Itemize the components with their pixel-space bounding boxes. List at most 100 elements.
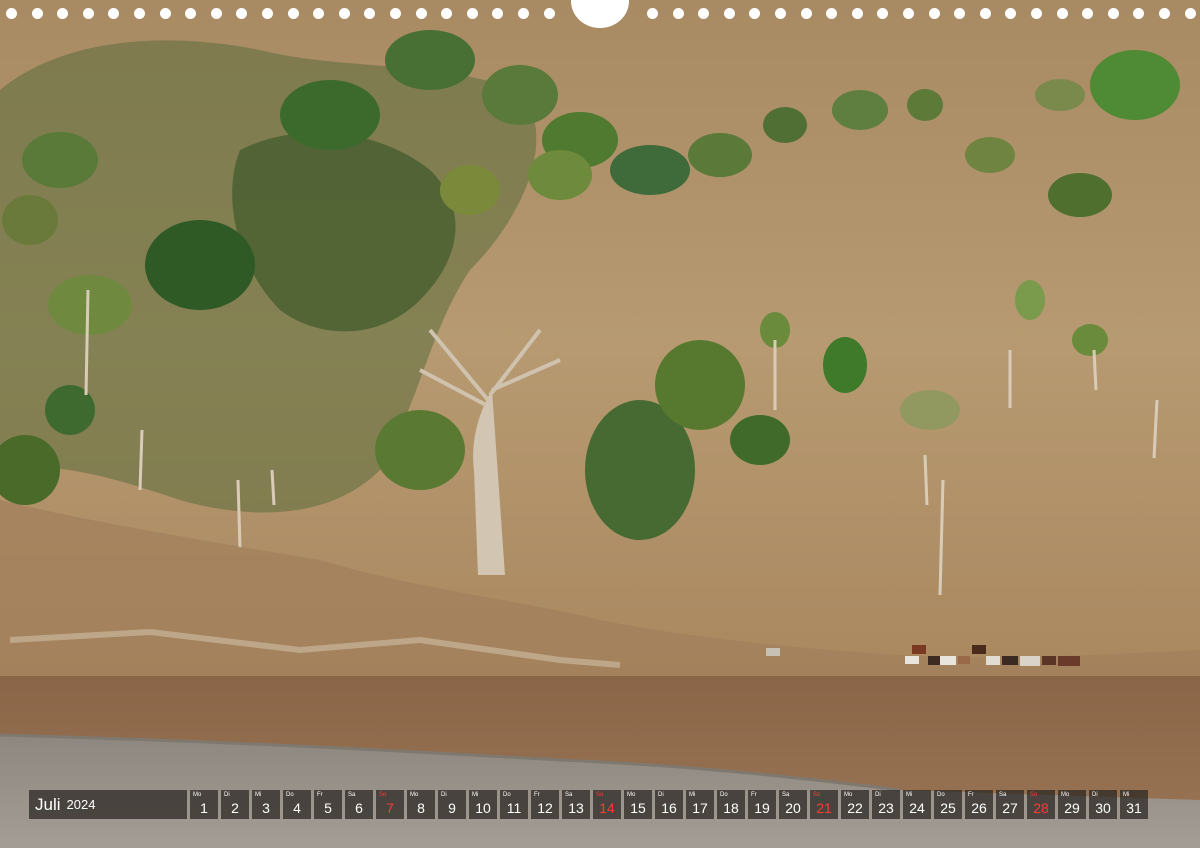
tree-canopy (528, 150, 592, 200)
day-cell: So 28 (1027, 790, 1055, 819)
day-number: 26 (971, 800, 987, 816)
weekday-label: Sa (348, 792, 356, 798)
binding-hole (903, 8, 914, 19)
day-number: 11 (506, 800, 522, 816)
day-cell: Mo 1 (190, 790, 218, 819)
tree-canopy (48, 275, 132, 335)
day-number: 3 (262, 800, 270, 816)
tree-canopy (145, 220, 255, 310)
binding-hole (954, 8, 966, 19)
day-cell: Fr 26 (965, 790, 993, 819)
day-cell: Sa 6 (345, 790, 373, 819)
day-number: 10 (475, 800, 491, 816)
binding-hole (338, 8, 350, 19)
weekday-label: Di (1092, 792, 1098, 798)
binding-hole (82, 8, 94, 19)
day-number: 29 (1064, 800, 1080, 816)
binding-hole (826, 8, 838, 19)
day-number: 5 (324, 800, 332, 816)
day-number: 13 (568, 800, 584, 816)
binding-hole (518, 8, 529, 19)
binding-hole (647, 8, 658, 19)
weekday-label: Mo (193, 792, 202, 798)
calendar-page: Juli 2024 Mo 1 Di 2 Mi 3 Do 4 Fr 5 Sa 6 So 7 Mo 8 Di 9 Mi 1… (0, 0, 1200, 848)
weekday-label: Mo (1061, 792, 1070, 798)
day-number: 15 (630, 800, 646, 816)
weekday-label: Mi (906, 792, 913, 798)
day-number: 18 (723, 800, 739, 816)
binding-hole (698, 8, 710, 19)
weekday-label: Mi (255, 792, 262, 798)
tree-canopy (22, 132, 98, 188)
day-number: 6 (355, 800, 363, 816)
tree-canopy (375, 410, 465, 490)
binding-hole (543, 8, 555, 19)
tree-canopy (965, 137, 1015, 173)
day-cell: Do 11 (500, 790, 528, 819)
day-number: 19 (754, 800, 770, 816)
weekday-label: Mi (689, 792, 696, 798)
binding-hole (441, 8, 453, 19)
day-cell: Mi 3 (252, 790, 280, 819)
binding-hole (979, 8, 991, 19)
tree-canopy (2, 195, 58, 245)
day-cell: So 14 (593, 790, 621, 819)
weekday-label: So (813, 792, 821, 798)
day-cell: Mi 24 (903, 790, 931, 819)
binding-hole (723, 8, 735, 19)
day-cell: So 21 (810, 790, 838, 819)
tree-canopy (482, 65, 558, 125)
tree-canopy (907, 89, 943, 121)
binding-hole (159, 8, 171, 19)
month-label: Juli 2024 (29, 790, 187, 819)
tree-canopy (655, 340, 745, 430)
day-number: 24 (909, 800, 925, 816)
tree-canopy (610, 145, 690, 195)
day-cell: Fr 19 (748, 790, 776, 819)
binding-hole (928, 8, 940, 19)
binding-hole (313, 8, 325, 19)
day-number: 1 (200, 800, 208, 816)
binding-hole (134, 8, 145, 19)
tree-canopy (823, 337, 867, 393)
day-number: 7 (386, 800, 394, 816)
day-cell: Sa 20 (779, 790, 807, 819)
binding-hole (1159, 8, 1170, 19)
binding-hole (415, 8, 427, 19)
weekday-label: Mo (627, 792, 636, 798)
binding-hole (672, 8, 684, 19)
month-name: Juli (35, 794, 61, 814)
day-cell: So 7 (376, 790, 404, 819)
tree-canopy (730, 415, 790, 465)
day-number: 25 (940, 800, 956, 816)
day-cell: Do 4 (283, 790, 311, 819)
binding-hole (749, 8, 761, 19)
weekday-label: Fr (534, 792, 540, 798)
day-number: 4 (293, 800, 301, 816)
weekday-label: Do (503, 792, 511, 798)
day-cell: Sa 13 (562, 790, 590, 819)
day-cell: Mo 8 (407, 790, 435, 819)
tree-canopy (1015, 280, 1045, 320)
weekday-label: Mo (410, 792, 419, 798)
tree-canopy (385, 30, 475, 90)
tree-canopy (763, 107, 807, 143)
landscape-photo (0, 0, 1200, 848)
binding-hole (1082, 8, 1094, 19)
day-number: 28 (1033, 800, 1049, 816)
binding-hole (492, 8, 504, 19)
weekday-label: Fr (317, 792, 323, 798)
day-cell: Do 25 (934, 790, 962, 819)
weekday-label: Di (875, 792, 881, 798)
binding-hole (57, 8, 69, 19)
day-number: 12 (537, 800, 553, 816)
weekday-label: Fr (751, 792, 757, 798)
binding-hole (1005, 8, 1017, 19)
day-cell: Fr 12 (531, 790, 559, 819)
binding-hole (1056, 8, 1068, 19)
day-number: 16 (661, 800, 677, 816)
day-cell: Sa 27 (996, 790, 1024, 819)
weekday-label: Mi (472, 792, 479, 798)
year-label: 2024 (66, 797, 96, 812)
hanger-cutout (571, 0, 629, 28)
